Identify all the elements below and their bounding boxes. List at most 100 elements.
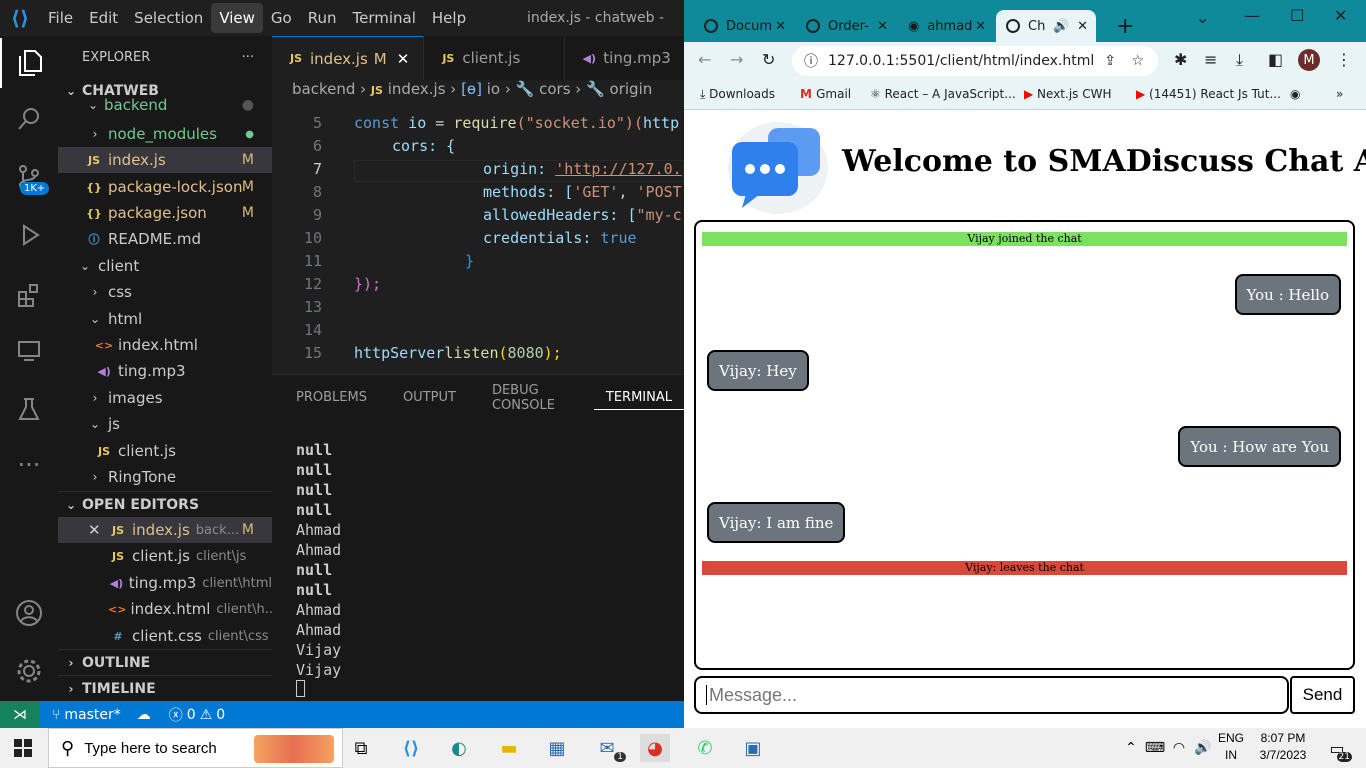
tree-item-ting-mp3[interactable]: ◀) ting.mp3 — [58, 358, 272, 384]
explorer-icon[interactable] — [0, 38, 58, 88]
close-icon[interactable]: ✕ — [397, 50, 410, 68]
open-editor-index-html[interactable]: <> index.html client\h... — [58, 596, 272, 622]
photos-icon[interactable]: ▣ — [738, 734, 768, 762]
tree-item-node-modules[interactable]: › node_modules ● — [58, 121, 272, 147]
timeline-header[interactable]: › TIMELINE — [58, 675, 272, 701]
side-panel-icon[interactable]: ◧ — [1268, 50, 1283, 69]
menu-help[interactable]: Help — [424, 3, 474, 33]
message-input[interactable]: Message... — [694, 676, 1289, 714]
tree-item-html[interactable]: ⌄ html — [58, 306, 272, 332]
task-view-icon[interactable]: ⧉ — [346, 734, 376, 762]
new-tab-button[interactable]: + — [1106, 10, 1134, 42]
speaker-icon[interactable]: 🔊 — [1053, 19, 1069, 34]
tree-item-js[interactable]: ⌄ js — [58, 411, 272, 437]
code-editor[interactable]: 5 const io = require("socket.io")(http 6… — [272, 102, 684, 374]
address-bar[interactable]: ⓘ 127.0.0.1:5501/client/html/index.html … — [792, 46, 1158, 76]
remote-icon[interactable]: ⋊ — [0, 701, 40, 728]
back-icon[interactable]: ← — [698, 50, 711, 69]
outline-header[interactable]: › OUTLINE — [58, 649, 272, 675]
extensions-icon[interactable] — [0, 270, 58, 320]
tree-item-readme[interactable]: ⓘ README.md — [58, 226, 272, 252]
more-icon[interactable]: ··· — [0, 440, 58, 490]
breadcrumb-item[interactable]: io — [487, 80, 500, 98]
share-icon[interactable]: ⇪ — [1104, 53, 1116, 69]
tree-item-package-json[interactable]: {} package.json M — [58, 200, 272, 226]
remote-explorer-icon[interactable] — [0, 326, 58, 376]
tree-item-index-html[interactable]: <> index.html — [58, 332, 272, 358]
tab-ting-mp3[interactable]: ◀) ting.mp3 — [565, 36, 686, 80]
forward-icon[interactable]: → — [730, 50, 743, 69]
store-icon[interactable]: ▦ — [542, 734, 572, 762]
testing-icon[interactable] — [0, 384, 58, 434]
tab-terminal[interactable]: TERMINAL — [593, 386, 684, 410]
tab-search-icon[interactable]: ⌄ — [1196, 8, 1209, 27]
vscode-taskbar-icon[interactable]: ⟨⟩ — [396, 734, 426, 762]
mail-icon[interactable]: ✉ 1 — [592, 734, 626, 762]
globe-icon[interactable]: ◉ — [1290, 87, 1300, 101]
minimize-icon[interactable]: — — [1244, 6, 1260, 25]
tree-item-css[interactable]: › css — [58, 279, 272, 305]
tree-item-backend[interactable]: ⌄ backend ● — [58, 96, 272, 114]
chrome-icon[interactable]: ◕ — [640, 734, 670, 762]
browser-tab-1[interactable]: Docum ✕ — [694, 10, 794, 42]
search-icon[interactable] — [0, 94, 58, 144]
settings-gear-icon[interactable] — [0, 646, 58, 696]
taskbar-clock[interactable]: 8:07 PM 3/7/2023 — [1248, 730, 1318, 764]
tab-problems[interactable]: PROBLEMS — [284, 386, 379, 410]
breadcrumb-item[interactable]: backend — [292, 80, 355, 98]
bookmark-downloads[interactable]: ⤓ Downloads — [700, 87, 775, 102]
close-icon[interactable]: ✕ — [88, 521, 108, 539]
notifications-icon[interactable]: ▭ 21 — [1322, 734, 1352, 762]
taskbar-search[interactable]: ⚲ Type here to search — [48, 728, 343, 768]
tree-item-package-lock[interactable]: {} package-lock.json M — [58, 174, 272, 200]
tree-item-images[interactable]: › images — [58, 385, 272, 411]
menu-view[interactable]: View — [211, 3, 263, 33]
explorer-more-icon[interactable]: ··· — [242, 50, 254, 65]
tree-item-client[interactable]: ⌄ client — [58, 253, 272, 279]
menu-edit[interactable]: Edit — [81, 3, 126, 33]
profile-avatar[interactable]: M — [1298, 49, 1320, 71]
close-icon[interactable]: ✕ — [775, 19, 786, 34]
tree-item-client-js[interactable]: JS client.js — [58, 438, 272, 464]
tab-client-js[interactable]: JS client.js — [424, 36, 566, 80]
tab-index-js[interactable]: JS index.js M ✕ — [272, 36, 425, 80]
breadcrumb-item[interactable]: index.js — [388, 80, 446, 98]
error-count[interactable]: 0 — [187, 707, 196, 723]
browser-tab-2[interactable]: Order- ✕ — [796, 10, 896, 42]
close-icon[interactable]: ✕ — [975, 19, 986, 34]
whatsapp-icon[interactable]: ✆ — [690, 734, 720, 762]
more-bookmarks-icon[interactable]: » — [1336, 87, 1343, 101]
reload-icon[interactable]: ↻ — [762, 50, 775, 69]
file-explorer-icon[interactable]: ▬ — [494, 734, 524, 762]
close-window-icon[interactable]: ✕ — [1334, 6, 1347, 25]
star-icon[interactable]: ☆ — [1131, 53, 1144, 69]
branch-name[interactable]: master* — [64, 707, 120, 723]
info-icon[interactable]: ⓘ — [804, 51, 818, 71]
accounts-icon[interactable] — [0, 588, 58, 638]
open-editor-ting-mp3[interactable]: ◀) ting.mp3 client\html — [58, 570, 272, 596]
tab-debug-console[interactable]: DEBUG CONSOLE — [480, 383, 582, 413]
run-debug-icon[interactable] — [0, 210, 58, 260]
open-editor-client-js[interactable]: JS client.js client\js — [58, 543, 272, 569]
breadcrumb-item[interactable]: cors — [539, 80, 570, 98]
tree-item-index-js[interactable]: JS index.js M — [58, 147, 272, 173]
menu-file[interactable]: File — [40, 3, 81, 33]
open-editors-header[interactable]: ⌄ OPEN EDITORS — [58, 491, 272, 517]
kebab-menu-icon[interactable]: ⋮ — [1336, 50, 1352, 69]
bookmark-react-tut[interactable]: ▶ (14451) React Js Tut... — [1136, 87, 1281, 101]
tab-output[interactable]: OUTPUT — [391, 386, 468, 410]
tree-item-ringtone[interactable]: › RingTone — [58, 464, 272, 490]
browser-tab-3[interactable]: ◉ ahmad ✕ — [898, 10, 994, 42]
menu-run[interactable]: Run — [300, 3, 345, 33]
send-button[interactable]: Send — [1290, 676, 1355, 714]
bookmark-react[interactable]: ⚛ React – A JavaScript... — [870, 87, 1016, 101]
warning-count[interactable]: 0 — [216, 707, 225, 723]
sync-icon[interactable]: ☁ — [137, 707, 151, 723]
open-editor-client-css[interactable]: # client.css client\css — [58, 623, 272, 649]
extensions-icon[interactable]: ✱ — [1174, 50, 1187, 69]
menu-terminal[interactable]: Terminal — [345, 3, 424, 33]
bookmark-nextjs[interactable]: ▶ Next.js CWH — [1024, 87, 1111, 101]
bookmark-gmail[interactable]: M Gmail — [800, 87, 851, 101]
windows-start-icon[interactable] — [8, 734, 38, 762]
close-icon[interactable]: ✕ — [877, 19, 888, 34]
